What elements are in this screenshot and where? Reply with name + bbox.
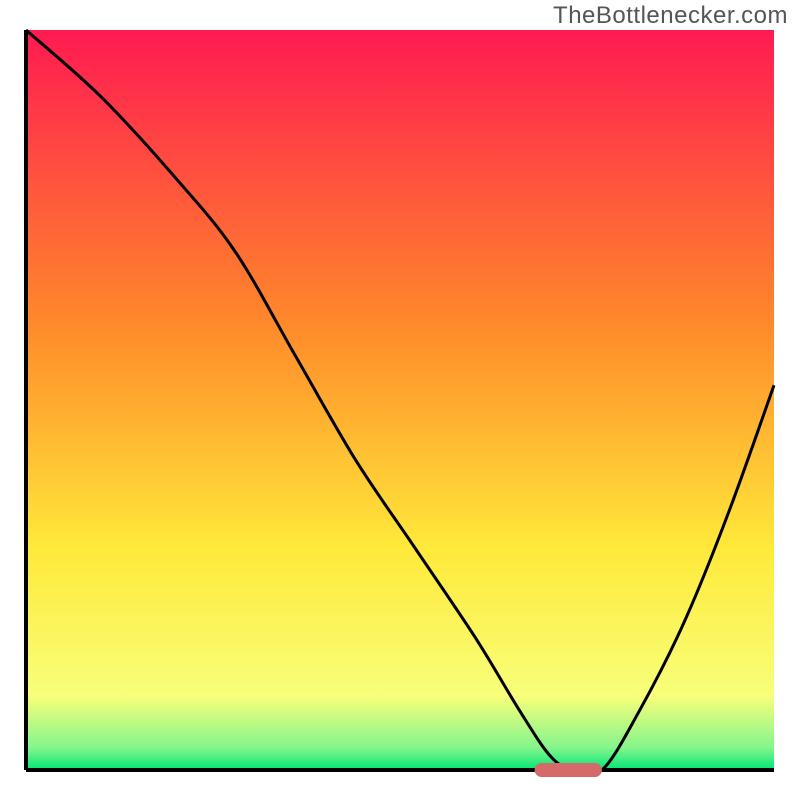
watermark-label: TheBottlenecker.com — [553, 2, 788, 30]
chart-container: TheBottlenecker.com — [0, 0, 800, 800]
optimal-range-marker — [535, 763, 602, 777]
plot-background — [26, 30, 774, 770]
bottleneck-chart — [0, 0, 800, 800]
